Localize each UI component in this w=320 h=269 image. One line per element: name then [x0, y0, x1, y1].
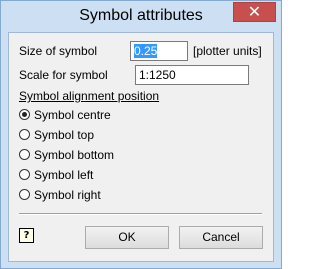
cancel-button[interactable]: Cancel [179, 226, 263, 249]
radio-button[interactable] [19, 109, 30, 120]
radio-button[interactable] [19, 189, 30, 200]
radio-label: Symbol bottom [34, 148, 115, 162]
size-input-value: 0.25 [134, 44, 158, 58]
radio-label: Symbol right [34, 188, 101, 202]
symbol-attributes-dialog: Symbol attributes ✕ Size of symbol 0.25 … [0, 0, 282, 269]
scale-input[interactable]: 1:1250 [135, 65, 249, 85]
title-bar[interactable]: Symbol attributes ✕ [1, 1, 281, 32]
size-unit-label: [plotter units] [193, 44, 262, 58]
radio-selected-dot [22, 112, 27, 117]
size-label: Size of symbol [19, 44, 98, 58]
help-icon[interactable]: ? [19, 228, 34, 243]
scale-label: Scale for symbol [19, 68, 108, 82]
radio-button[interactable] [19, 129, 30, 140]
ok-button[interactable]: OK [85, 226, 169, 249]
radio-label: Symbol top [34, 128, 95, 142]
separator [19, 213, 262, 215]
radio-button[interactable] [19, 149, 30, 160]
dialog-body: Size of symbol 0.25 [plotter units] Scal… [8, 32, 274, 262]
size-input[interactable]: 0.25 [130, 41, 188, 61]
radio-label: Symbol left [34, 168, 94, 182]
radio-label: Symbol centre [34, 108, 111, 122]
close-button[interactable]: ✕ [233, 2, 276, 22]
close-icon: ✕ [247, 2, 262, 21]
alignment-heading: Symbol alignment position [19, 89, 160, 103]
scale-input-value: 1:1250 [139, 68, 176, 82]
radio-button[interactable] [19, 169, 30, 180]
